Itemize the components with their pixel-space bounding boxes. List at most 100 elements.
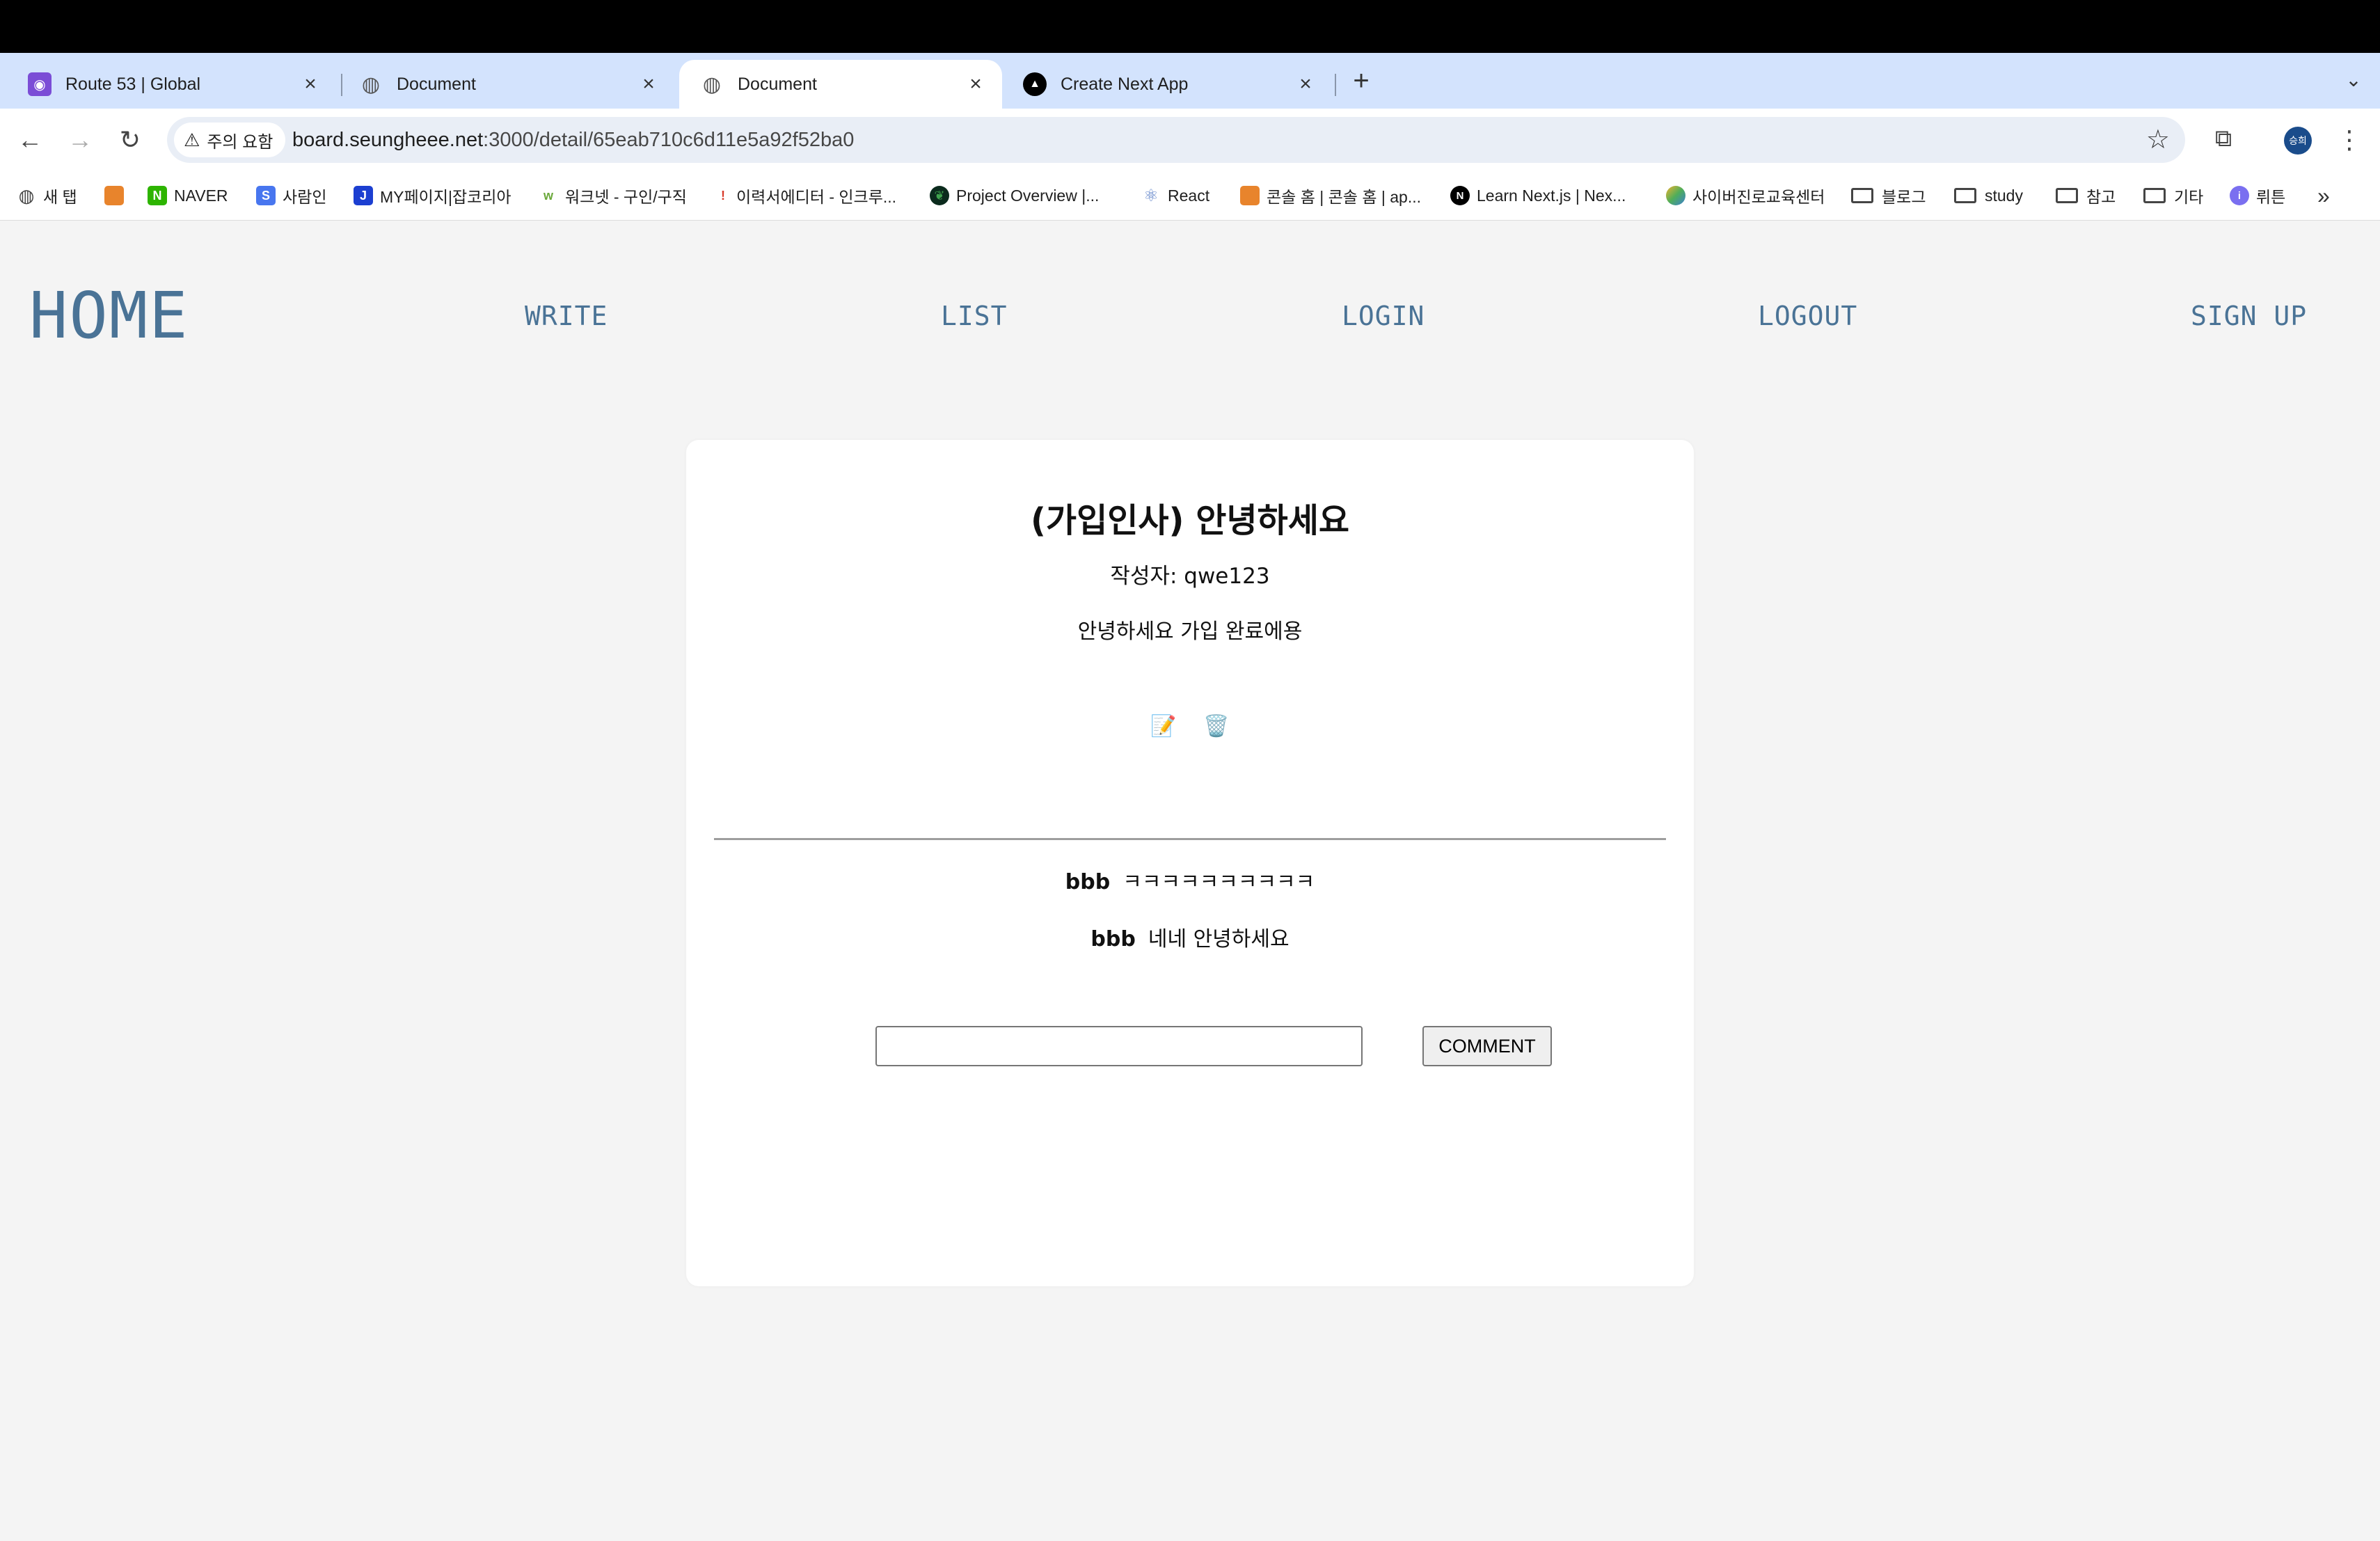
post-author: 작성자: qwe123: [1110, 564, 1270, 589]
bookmark-label: 새 탭: [43, 188, 77, 206]
comment-item: bbb ㅋㅋㅋㅋㅋㅋㅋㅋㅋㅋ: [686, 864, 1694, 895]
bookmark-label: MY페이지|잡코리아: [380, 188, 511, 206]
bookmark-jobkorea[interactable]: J MY페이지|잡코리아: [354, 171, 511, 220]
jobkorea-icon: J: [354, 186, 373, 205]
close-icon[interactable]: ×: [962, 72, 990, 96]
nav-home-link[interactable]: HOME: [29, 278, 189, 353]
bookmark-label: React: [1168, 186, 1210, 205]
window-top-bar: [0, 0, 2380, 53]
browser-toolbar: ← → ↻ ⚠ 주의 요함 board.seungheee.net:3000/d…: [0, 109, 2380, 171]
bookmark-label: 참고: [2086, 188, 2116, 206]
saramin-icon: S: [256, 186, 276, 205]
comment-item: bbb 네네 안녕하세요: [686, 922, 1694, 952]
bookmark-new-tab[interactable]: ◍ 새 탭: [17, 171, 77, 220]
tab-document-active[interactable]: ◍ Document ×: [679, 60, 1002, 109]
address-bar[interactable]: ⚠ 주의 요함 board.seungheee.net:3000/detail/…: [167, 117, 2185, 163]
box-icon: [104, 186, 124, 205]
bookmark-folder-blog[interactable]: 블로그: [1851, 171, 1926, 220]
url-text[interactable]: board.seungheee.net:3000/detail/65eab710…: [292, 117, 854, 163]
comment-user: bbb: [1090, 927, 1136, 951]
nextjs-icon: N: [1450, 186, 1470, 205]
tab-search-chevron-icon[interactable]: ⌄: [2338, 63, 2369, 97]
comment-submit-button[interactable]: COMMENT: [1422, 1026, 1552, 1066]
bookmark-mongodb[interactable]: ❦ Project Overview |...: [930, 171, 1099, 220]
incruit-icon: !: [721, 188, 725, 203]
bookmark-label: 사람인: [283, 188, 327, 206]
bookmark-react[interactable]: ⚛ React: [1141, 171, 1209, 220]
aws-icon: [1240, 186, 1260, 205]
bookmark-label: 뤼튼: [2256, 188, 2286, 206]
folder-icon: [1954, 188, 1976, 203]
comment-text: ㅋㅋㅋㅋㅋㅋㅋㅋㅋㅋ: [1122, 870, 1315, 894]
tab-create-next-app[interactable]: ▲ Create Next App ×: [1002, 60, 1332, 109]
bookmark-folder-study[interactable]: study: [1954, 171, 2023, 220]
close-icon[interactable]: ×: [1292, 72, 1319, 96]
reload-icon[interactable]: ↻: [114, 124, 146, 156]
bookmarks-bar: ◍ 새 탭 N NAVER S 사람인 J MY페이지|잡코리아 w 워크넷 -…: [0, 171, 2380, 221]
nextjs-icon: ▲: [1023, 72, 1047, 96]
bookmark-worknet[interactable]: w 워크넷 - 구인/구직: [539, 171, 687, 220]
tab-title: Document: [738, 74, 817, 94]
back-arrow-icon[interactable]: ←: [14, 124, 46, 156]
tab-title: Create Next App: [1061, 74, 1189, 94]
bookmark-label: study: [1985, 186, 2023, 205]
bookmark-label: 이력서에디터 - 인크루...: [736, 188, 897, 206]
forward-arrow-icon[interactable]: →: [64, 124, 96, 156]
bookmark-naver[interactable]: N NAVER: [148, 171, 228, 220]
bookmark-label: Project Overview |...: [956, 186, 1100, 205]
bookmark-label: 워크넷 - 구인/구직: [565, 188, 687, 206]
comment-user: bbb: [1065, 870, 1111, 894]
delete-trash-icon[interactable]: 🗑️: [1203, 713, 1230, 741]
nav-login-link[interactable]: LOGIN: [1342, 301, 1425, 331]
bookmark-label: 블로그: [1882, 188, 1926, 206]
folder-icon: [2143, 188, 2166, 203]
close-icon[interactable]: ×: [296, 72, 324, 96]
folder-icon: [1851, 188, 1873, 203]
tab-title: Document: [397, 74, 476, 94]
nav-signup-link[interactable]: SIGN UP: [2191, 301, 2307, 331]
bookmark-saramin[interactable]: S 사람인: [256, 171, 326, 220]
close-icon[interactable]: ×: [635, 72, 663, 96]
security-label: 주의 요함: [207, 132, 273, 152]
bookmark-label: 콘솔 홈 | 콘솔 홈 | ap...: [1267, 188, 1422, 206]
extensions-puzzle-icon[interactable]: ⧉: [2209, 124, 2238, 153]
nav-list-link[interactable]: LIST: [941, 301, 1008, 331]
bookmark-label: 기타: [2174, 188, 2204, 206]
comment-text: 네네 안녕하세요: [1148, 927, 1290, 951]
nav-logout-link[interactable]: LOGOUT: [1758, 301, 1857, 331]
react-icon: ⚛: [1143, 186, 1159, 205]
tab-separator: [1335, 74, 1336, 96]
bookmark-star-icon[interactable]: ☆: [2146, 124, 2170, 156]
url-host: board.seungheee.net: [292, 129, 484, 151]
bookmark-career-center[interactable]: 사이버진로교육센터: [1666, 171, 1825, 220]
browser-menu-icon[interactable]: ⋮: [2337, 123, 2362, 157]
comment-input[interactable]: [875, 1026, 1363, 1066]
tab-strip: ◉ Route 53 | Global × ◍ Document × ◍ Doc…: [0, 53, 2380, 109]
more-bookmarks-chevron-icon[interactable]: »: [2317, 171, 2330, 220]
tab-document-1[interactable]: ◍ Document ×: [338, 60, 675, 109]
tab-route53[interactable]: ◉ Route 53 | Global ×: [7, 60, 337, 109]
globe-icon: ◍: [702, 72, 722, 96]
bookmark-label: Learn Next.js | Nex...: [1477, 186, 1626, 205]
profile-avatar[interactable]: 승희: [2284, 127, 2312, 155]
bookmark-learn-nextjs[interactable]: N Learn Next.js | Nex...: [1450, 171, 1626, 220]
bookmark-wrtn[interactable]: i 뤼튼: [2230, 171, 2285, 220]
globe-icon: ◍: [361, 72, 381, 96]
mongodb-icon: ❦: [930, 186, 949, 205]
bookmark-incruit[interactable]: ! 이력서에디터 - 인크루...: [717, 171, 896, 220]
folder-icon: [2056, 188, 2078, 203]
career-icon: [1666, 186, 1685, 205]
warning-icon: ⚠: [184, 129, 200, 150]
tab-title: Route 53 | Global: [65, 74, 201, 94]
bookmark-aws-console[interactable]: 콘솔 홈 | 콘솔 홈 | ap...: [1240, 171, 1421, 220]
edit-memo-icon[interactable]: 📝: [1150, 713, 1177, 741]
post-detail-card: (가입인사) 안녕하세요 작성자: qwe123 안녕하세요 가입 완료에용 📝…: [686, 440, 1694, 1286]
bookmark-folder-reference[interactable]: 참고: [2056, 171, 2116, 220]
security-chip[interactable]: ⚠ 주의 요함: [174, 123, 286, 157]
bookmark-box[interactable]: [104, 171, 131, 220]
new-tab-button[interactable]: +: [1346, 60, 1377, 102]
nav-write-link[interactable]: WRITE: [525, 301, 608, 331]
post-content: 안녕하세요 가입 완료에용: [1077, 619, 1303, 644]
worknet-icon: w: [543, 188, 553, 203]
bookmark-folder-etc[interactable]: 기타: [2143, 171, 2203, 220]
